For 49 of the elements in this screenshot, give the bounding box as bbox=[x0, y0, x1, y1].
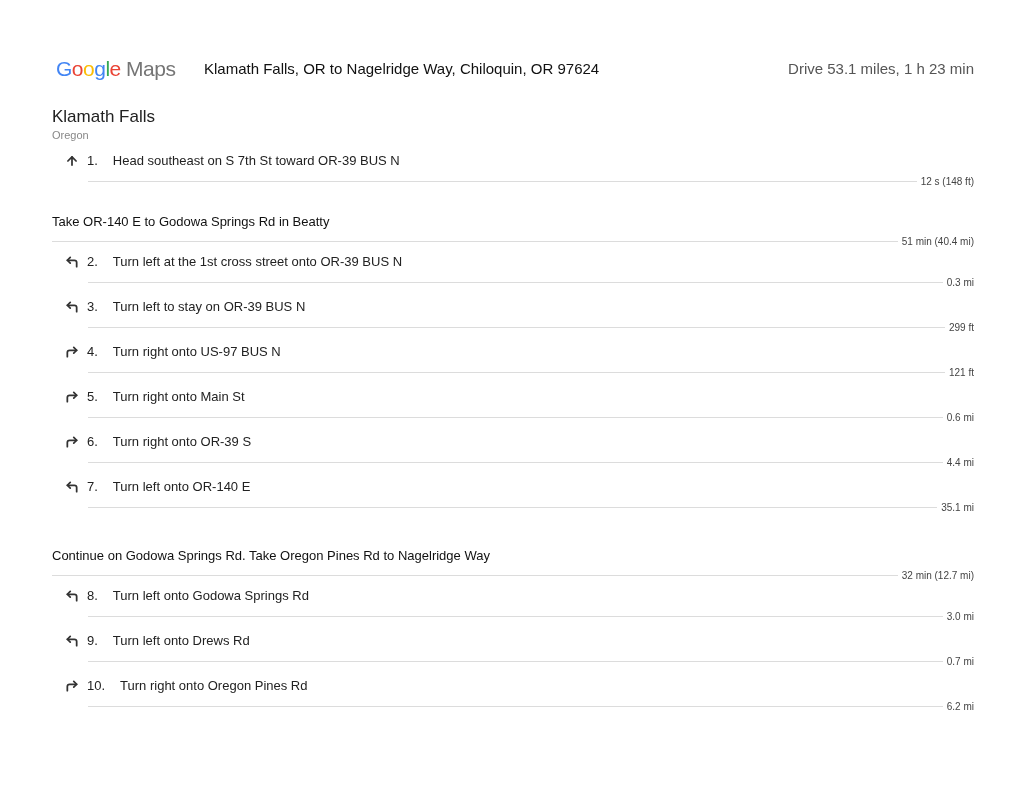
logo: Google Maps bbox=[55, 56, 177, 83]
turn-left-icon bbox=[64, 589, 79, 603]
section-heading: Continue on Godowa Springs Rd. Take Oregon Pines Rd to Nagelridge Way bbox=[52, 547, 490, 565]
step-instruction: Head southeast on S 7th St toward OR-39 BUS N bbox=[112, 152, 400, 171]
step-number: 3. bbox=[87, 298, 98, 317]
step-instruction: Turn left onto Godowa Springs Rd bbox=[112, 587, 309, 606]
step-number: 6. bbox=[87, 433, 98, 452]
step-distance: 3.0 mi bbox=[946, 609, 974, 624]
step-number: 1. bbox=[87, 152, 98, 171]
step-number: 8. bbox=[87, 587, 98, 606]
step-number: 2. bbox=[87, 253, 98, 272]
step-instruction: Turn left to stay on OR-39 BUS N bbox=[112, 298, 306, 317]
step-distance: 299 ft bbox=[948, 320, 974, 335]
step-distance: 6.2 mi bbox=[946, 699, 974, 714]
step-instruction: Turn left onto OR-140 E bbox=[112, 478, 251, 497]
route-title: Klamath Falls, OR to Nagelridge Way, Chiloquin, OR 97624 bbox=[204, 58, 600, 79]
step-number: 5. bbox=[87, 388, 98, 407]
step-instruction: Turn right onto Main St bbox=[112, 388, 245, 407]
step-distance: 121 ft bbox=[948, 365, 974, 380]
turn-right-icon bbox=[64, 390, 79, 404]
step-number: 4. bbox=[87, 343, 98, 362]
section-heading: Take OR-140 E to Godowa Springs Rd in Beatty bbox=[52, 213, 330, 231]
section-summary: 51 min (40.4 mi) bbox=[901, 234, 974, 249]
step-instruction: Turn left onto Drews Rd bbox=[112, 632, 250, 651]
step-instruction: Turn right onto US-97 BUS N bbox=[112, 343, 281, 362]
step-instruction: Turn right onto Oregon Pines Rd bbox=[120, 677, 308, 696]
turn-left-icon bbox=[64, 255, 79, 269]
route-summary: Drive 53.1 miles, 1 h 23 min bbox=[788, 58, 974, 79]
turn-left-icon bbox=[64, 300, 79, 314]
step-number: 10. bbox=[87, 677, 106, 696]
section-summary: 32 min (12.7 mi) bbox=[901, 568, 974, 583]
step-instruction: Turn right onto OR-39 S bbox=[112, 433, 252, 452]
turn-right-icon bbox=[64, 345, 79, 359]
step-distance: 0.7 mi bbox=[946, 654, 974, 669]
step-number: 9. bbox=[87, 632, 98, 651]
step-distance: 0.6 mi bbox=[946, 410, 974, 425]
step-number: 7. bbox=[87, 478, 98, 497]
turn-left-icon bbox=[64, 634, 79, 648]
step-distance: 4.4 mi bbox=[946, 455, 974, 470]
turn-right-icon bbox=[64, 435, 79, 449]
turn-left-icon bbox=[64, 480, 79, 494]
start-location-region: Oregon bbox=[52, 128, 90, 142]
step-distance: 12 s (148 ft) bbox=[920, 174, 974, 189]
step-distance: 0.3 mi bbox=[946, 275, 974, 290]
step-instruction: Turn left at the 1st cross street onto OR-39 BUS N bbox=[112, 253, 403, 272]
step-distance: 35.1 mi bbox=[941, 500, 974, 515]
straight-arrow-icon bbox=[64, 154, 79, 168]
turn-right-icon bbox=[64, 679, 79, 693]
start-location-name: Klamath Falls bbox=[52, 106, 156, 128]
